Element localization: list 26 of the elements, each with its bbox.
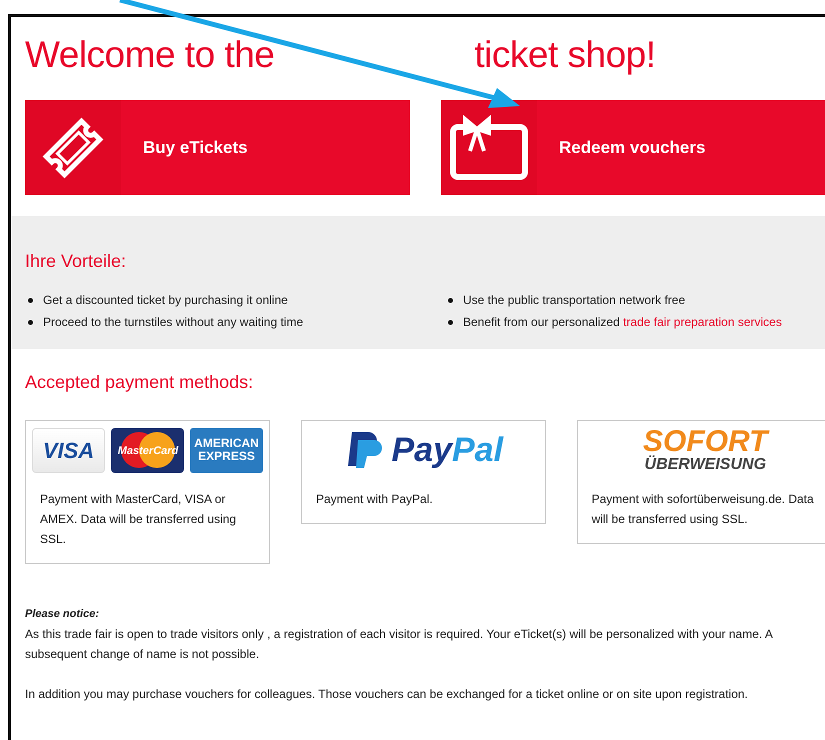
bullet-icon <box>28 320 33 324</box>
link[interactable]: trade fair preparation services <box>623 315 782 329</box>
action-button[interactable]: Redeem vouchers <box>441 100 825 195</box>
benefit-text: Get a discounted ticket by purchasing it online <box>43 292 288 309</box>
bullet-icon <box>448 298 453 302</box>
paypal-logo: PayPal <box>344 428 504 472</box>
gift-card-icon <box>449 114 529 180</box>
payment-description: Payment with sofortüberweisung.de. Data will be transferred using SSL. <box>590 491 815 528</box>
action-button[interactable]: Buy eTickets <box>25 100 410 195</box>
page-title: ticket shop! <box>474 33 656 77</box>
sofort-logo: SOFORT ÜBERWEISUNG <box>643 428 768 472</box>
section-heading: Ihre Vorteile: <box>25 250 128 273</box>
benefit-text: Use the public transportation network free <box>463 292 686 309</box>
payment-description: Payment with PayPal. <box>315 491 434 508</box>
visa-logo: VISA <box>32 428 105 472</box>
bullet-icon <box>448 320 453 324</box>
payment-description: Payment with MasterCard, VISA or AMEX. Data will be transferred using SSL. <box>39 491 238 548</box>
benefit-text: Proceed to the turnstiles without any waiting time <box>43 314 304 331</box>
notice-heading: Please notice: <box>25 607 100 622</box>
section-heading: Accepted payment methods: <box>25 371 254 394</box>
benefit-text: Benefit from our personalized trade fair preparation services <box>463 314 782 331</box>
notice-text: As this trade fair is open to trade visitors only , a registration of each visitor is required. Your eTicket(s) will be personalized with your name. A subsequent change of name is not possible. <box>25 626 774 663</box>
notice-text: In addition you may purchase vouchers for colleagues. Those vouchers can be exchanged for a ticket online or on site upon registration. <box>25 686 749 703</box>
bullet-icon <box>28 298 33 302</box>
amex-logo: AMERICAN EXPRESS <box>190 428 263 472</box>
page-title: Welcome to the <box>25 33 274 77</box>
